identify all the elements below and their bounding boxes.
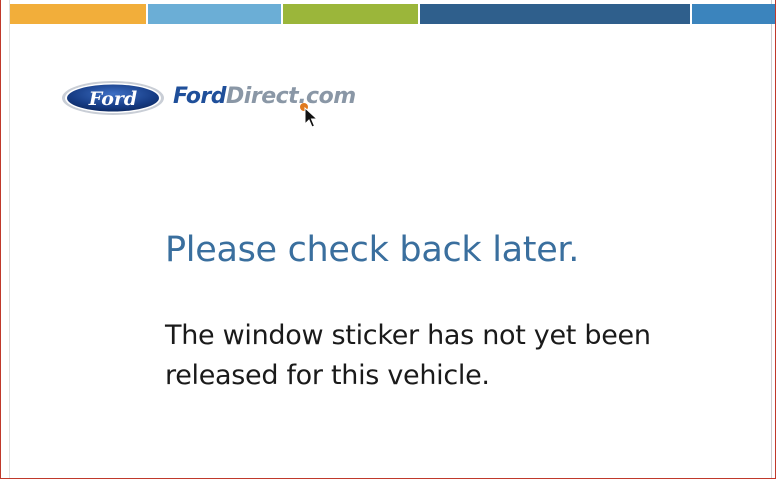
ford-oval-logo: Ford bbox=[62, 81, 164, 115]
page-headline: Please check back later. bbox=[165, 230, 580, 270]
color-stripe-blue bbox=[692, 4, 775, 24]
status-message-line-1: The window sticker has not yet been bbox=[165, 320, 651, 351]
status-message: The window sticker has not yet been rele… bbox=[165, 316, 685, 396]
brand-wordmark: FordDirect.com bbox=[173, 84, 356, 109]
left-edge-divider bbox=[9, 0, 10, 478]
brand-ford-text: Ford bbox=[173, 84, 227, 109]
color-stripe-dark-blue bbox=[420, 4, 690, 24]
brand-direct-text: Direct bbox=[226, 84, 299, 109]
color-stripe-green bbox=[283, 4, 418, 24]
color-stripe-light-blue bbox=[148, 4, 281, 24]
page: Ford FordDirect.com Please check back la… bbox=[0, 0, 776, 479]
mouse-pointer-icon bbox=[300, 103, 319, 128]
status-message-line-2: released for this vehicle. bbox=[165, 360, 490, 391]
ford-emblem-text: Ford bbox=[88, 88, 137, 110]
right-edge-divider bbox=[771, 0, 772, 478]
color-stripe-orange bbox=[10, 4, 146, 24]
forddirect-logo: Ford FordDirect.com bbox=[61, 80, 371, 120]
